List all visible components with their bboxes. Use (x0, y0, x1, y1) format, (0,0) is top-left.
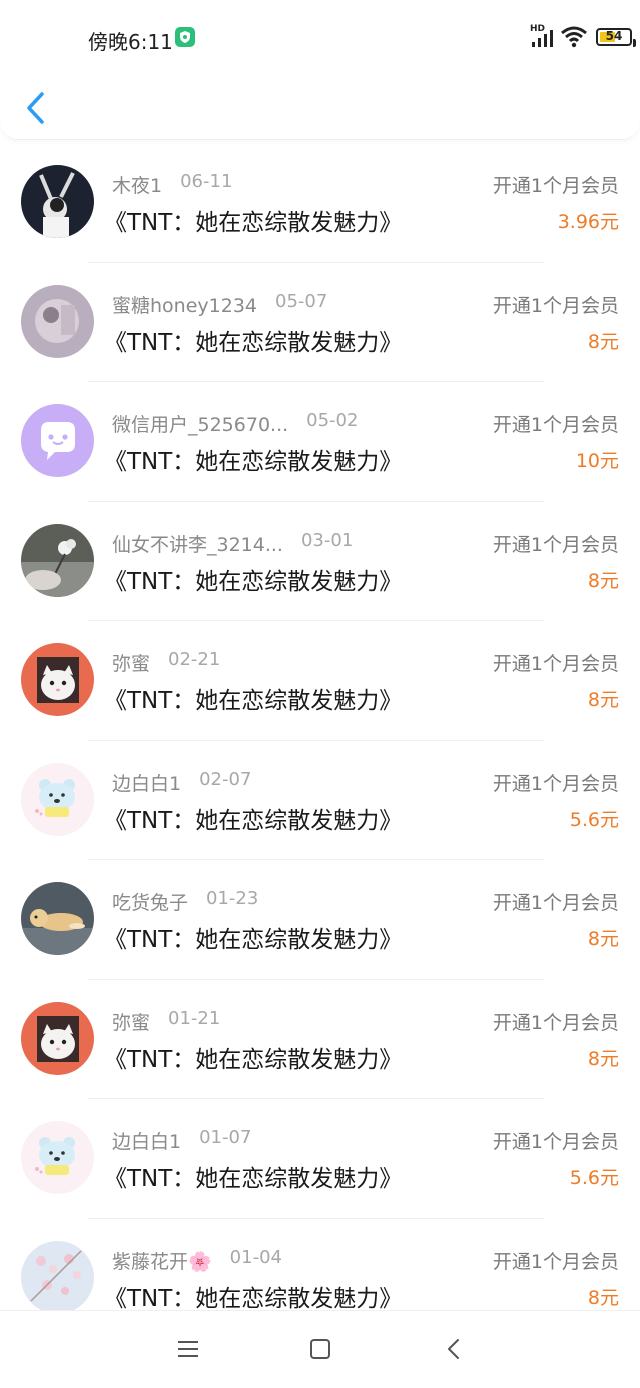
user-name: 弥蜜 (112, 1011, 151, 1034)
record-date: 06-11 (180, 171, 233, 192)
avatar[interactable] (21, 165, 94, 238)
avatar[interactable] (21, 1001, 94, 1075)
membership-action: 开通1个月会员 (492, 175, 619, 197)
list-item[interactable]: 弥蜜 02-21 《TNT：她在恋综散发魅力》 开通1个月会员 8元 (0, 621, 640, 741)
book-title: 《TNT：她在恋综散发魅力》 (104, 568, 403, 595)
book-title: 《TNT：她在恋综散发魅力》 (104, 1285, 403, 1312)
book-title: 《TNT：她在恋综散发魅力》 (104, 210, 403, 236)
header-bar (0, 0, 640, 140)
back-triangle-icon[interactable] (442, 1338, 466, 1360)
user-name: 蜜糖honey1234 (112, 294, 257, 317)
record-date: 02-07 (199, 768, 252, 790)
amount: 5.6元 (569, 808, 619, 831)
membership-action: 开通1个月会员 (492, 1011, 619, 1034)
home-square-icon[interactable] (308, 1338, 332, 1360)
amount: 5.6元 (569, 1167, 619, 1189)
menu-icon[interactable] (176, 1338, 200, 1360)
book-title: 《TNT：她在恋综散发魅力》 (104, 329, 403, 356)
membership-action: 开通1个月会员 (492, 533, 619, 556)
amount: 8元 (587, 569, 619, 592)
book-title: 《TNT：她在恋综散发魅力》 (104, 1166, 403, 1192)
list-item[interactable]: 边白白1 01-07 《TNT：她在恋综散发魅力》 开通1个月会员 5.6元 (0, 1099, 640, 1219)
list-item[interactable]: 蜜糖honey1234 05-07 《TNT：她在恋综散发魅力》 开通1个月会员 8元 (0, 263, 640, 382)
list-item[interactable]: 弥蜜 01-21 《TNT：她在恋综散发魅力》 开通1个月会员 8元 (0, 980, 640, 1099)
avatar[interactable] (21, 523, 94, 597)
amount: 8元 (587, 330, 619, 353)
record-date: 01-21 (168, 1007, 221, 1029)
avatar[interactable] (21, 404, 94, 477)
list-item[interactable]: 吃货兔子 01-23 《TNT：她在恋综散发魅力》 开通1个月会员 8元 (0, 860, 640, 980)
membership-action: 开通1个月会员 (492, 772, 619, 795)
amount: 10元 (575, 450, 619, 472)
membership-action: 开通1个月会员 (492, 294, 619, 317)
user-name: 仙女不讲李_3214... (112, 533, 283, 556)
list-item[interactable]: 木夜1 06-11 《TNT：她在恋综散发魅力》 开通1个月会员 3.96元 (0, 143, 640, 263)
avatar[interactable] (21, 882, 94, 955)
record-date: 05-07 (275, 290, 328, 312)
record-date: 01-04 (229, 1246, 282, 1268)
user-name: 边白白1 (112, 1131, 182, 1153)
book-title: 《TNT：她在恋综散发魅力》 (104, 927, 403, 953)
back-button[interactable] (18, 86, 54, 130)
list-item[interactable]: 微信用户_525670... 05-02 《TNT：她在恋综散发魅力》 开通1个月会员… (0, 382, 640, 502)
membership-action: 开通1个月会员 (492, 414, 619, 436)
amount: 3.96元 (557, 211, 619, 233)
user-name: 紫藤花开🌸 (112, 1250, 212, 1273)
list-item[interactable]: 边白白1 02-07 《TNT：她在恋综散发魅力》 开通1个月会员 5.6元 (0, 741, 640, 860)
book-title: 《TNT：她在恋综散发魅力》 (104, 807, 403, 834)
user-name: 边白白1 (112, 772, 182, 795)
avatar[interactable] (21, 1240, 94, 1314)
amount: 8元 (587, 1286, 619, 1309)
record-date: 03-01 (300, 529, 354, 551)
book-title: 《TNT：她在恋综散发魅力》 (104, 449, 403, 475)
membership-action: 开通1个月会员 (492, 1131, 619, 1153)
avatar[interactable] (21, 1121, 94, 1194)
record-date: 01-23 (206, 888, 259, 909)
user-name: 木夜1 (112, 175, 163, 197)
membership-action: 开通1个月会员 (492, 653, 619, 675)
user-name: 微信用户_525670... (112, 414, 289, 436)
membership-action: 开通1个月会员 (492, 1250, 619, 1273)
user-name: 吃货兔子 (112, 892, 189, 914)
record-date: 01-07 (199, 1127, 252, 1148)
chevron-left-icon (27, 92, 44, 124)
record-date: 05-02 (306, 410, 359, 431)
record-date: 02-21 (168, 649, 221, 670)
book-title: 《TNT：她在恋综散发魅力》 (104, 688, 403, 714)
avatar[interactable] (21, 643, 94, 716)
user-name: 弥蜜 (112, 653, 151, 675)
avatar[interactable] (21, 762, 94, 836)
book-title: 《TNT：她在恋综散发魅力》 (104, 1046, 403, 1073)
list-item[interactable]: 仙女不讲李_3214... 03-01 《TNT：她在恋综散发魅力》 开通1个月会员 8… (0, 502, 640, 621)
membership-action: 开通1个月会员 (492, 892, 619, 914)
amount: 8元 (587, 928, 619, 950)
amount: 8元 (587, 1047, 619, 1070)
system-nav-bar (0, 1310, 640, 1388)
amount: 8元 (587, 689, 619, 711)
purchase-record-list: 木夜1 06-11 《TNT：她在恋综散发魅力》 开通1个月会员 3.96元 蜜糖hone… (0, 143, 640, 1338)
avatar[interactable] (21, 284, 94, 358)
